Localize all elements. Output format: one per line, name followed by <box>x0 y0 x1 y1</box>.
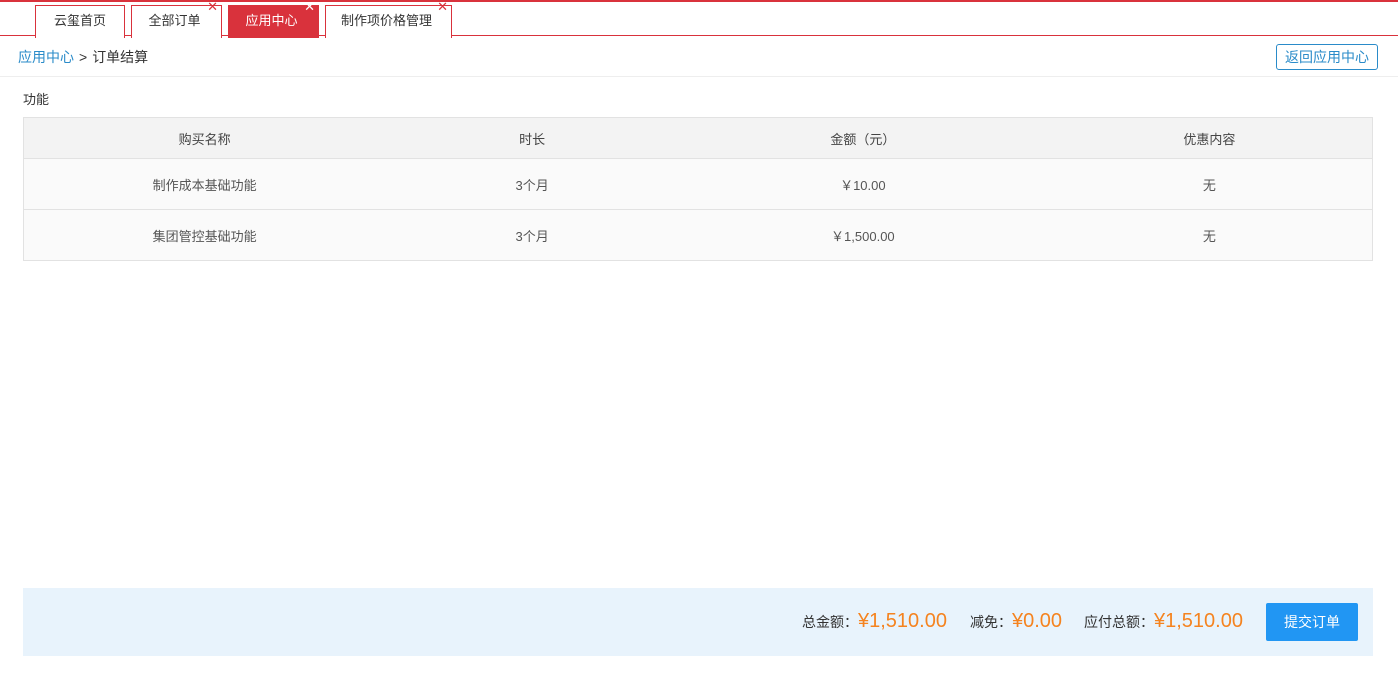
cell-duration: 3个月 <box>385 209 679 261</box>
total-amount-label: 总金额： <box>802 614 858 630</box>
column-header-discount: 优惠内容 <box>1046 117 1373 159</box>
discount-value: ¥0.00 <box>1012 610 1063 632</box>
section-title: 功能 <box>23 92 50 107</box>
breadcrumb-separator: > <box>79 49 88 65</box>
close-icon[interactable]: ✕ <box>207 0 218 17</box>
breadcrumb-link-app-center[interactable]: 应用中心 <box>18 49 74 65</box>
tab-app-center[interactable]: 应用中心 ✕ <box>228 0 319 38</box>
tab-all-orders[interactable]: 全部订单 ✕ <box>131 0 222 38</box>
cell-amount: ￥10.00 <box>678 158 1047 210</box>
column-header-amount: 金额（元） <box>678 117 1047 159</box>
tab-bar: 云玺首页 全部订单 ✕ 应用中心 ✕ 制作项价格管理 ✕ <box>0 0 1398 38</box>
breadcrumb-current: 订单结算 <box>92 49 149 65</box>
column-header-duration: 时长 <box>385 117 679 159</box>
cell-discount: 无 <box>1046 158 1373 210</box>
cell-amount: ￥1,500.00 <box>678 209 1047 261</box>
order-summary-bar: 总金额：¥1,510.00 减免：¥0.00 应付总额：¥1,510.00 提交… <box>23 588 1373 656</box>
cell-name: 制作成本基础功能 <box>23 158 386 210</box>
table-row: 集团管控基础功能 3个月 ￥1,500.00 无 <box>23 209 1373 261</box>
cell-name: 集团管控基础功能 <box>23 209 386 261</box>
order-items-table: 购买名称 时长 金额（元） 优惠内容 制作成本基础功能 3个月 ￥10.00 无… <box>23 117 1373 261</box>
cell-duration: 3个月 <box>385 158 679 210</box>
back-to-app-center-button[interactable]: 返回应用中心 <box>1276 44 1378 70</box>
cell-discount: 无 <box>1046 209 1373 261</box>
tab-label: 云玺首页 <box>53 13 106 28</box>
close-icon[interactable]: ✕ <box>304 0 315 17</box>
column-header-name: 购买名称 <box>23 117 386 159</box>
close-icon[interactable]: ✕ <box>437 0 448 17</box>
payable-amount: 应付总额：¥1,510.00 <box>1084 610 1243 633</box>
tab-label: 全部订单 <box>148 13 201 28</box>
breadcrumb-bar: 应用中心 > 订单结算 返回应用中心 <box>0 37 1398 77</box>
total-amount: 总金额：¥1,510.00 <box>802 610 947 633</box>
tab-item-price-management[interactable]: 制作项价格管理 ✕ <box>325 0 452 38</box>
payable-value: ¥1,510.00 <box>1154 610 1243 632</box>
breadcrumb: 应用中心 > 订单结算 <box>18 47 148 67</box>
payable-label: 应付总额： <box>1084 614 1154 630</box>
tab-yunxi-home[interactable]: 云玺首页 <box>35 5 125 38</box>
discount-label: 减免： <box>970 614 1012 630</box>
tab-label: 应用中心 <box>245 13 298 28</box>
discount-amount: 减免：¥0.00 <box>970 610 1062 633</box>
table-header-row: 购买名称 时长 金额（元） 优惠内容 <box>23 117 1373 159</box>
tab-label: 制作项价格管理 <box>340 13 432 28</box>
submit-order-button[interactable]: 提交订单 <box>1266 603 1358 641</box>
total-amount-value: ¥1,510.00 <box>858 610 947 632</box>
table-row: 制作成本基础功能 3个月 ￥10.00 无 <box>23 158 1373 210</box>
